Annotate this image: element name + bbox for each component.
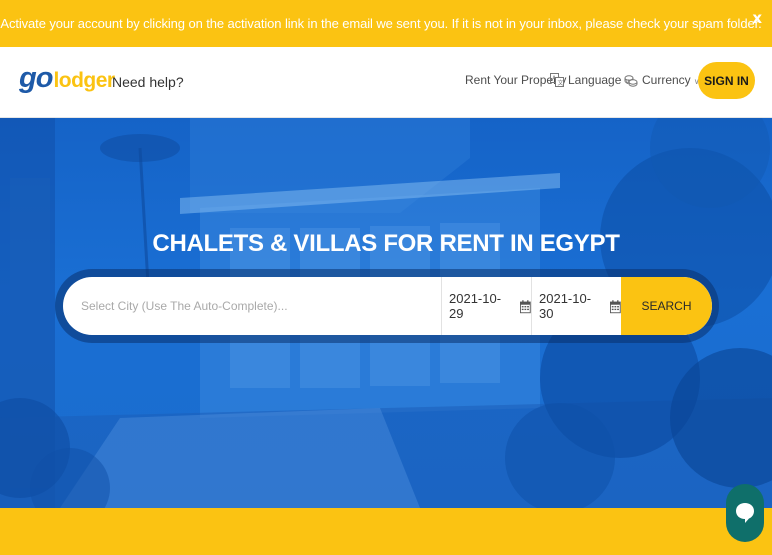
checkout-date-field[interactable]: 2021-10-30 [531,277,621,335]
language-label: Language [568,73,622,87]
svg-text:文: 文 [558,79,564,87]
activation-notice: Activate your account by clicking on the… [0,0,772,47]
site-header: go lodger Need help? Rent Your Property … [0,47,772,118]
logo-go-text: go [19,62,53,94]
calendar-icon [520,299,531,313]
currency-dropdown[interactable]: Currency ∨ [624,73,700,87]
city-search-input[interactable] [63,277,441,335]
close-icon[interactable]: x [752,9,762,27]
language-dropdown[interactable]: A 文 Language ∨ [550,73,630,87]
search-button[interactable]: SEARCH [621,277,712,335]
currency-label: Currency [642,73,691,87]
sign-in-button[interactable]: SIGN IN [698,62,755,99]
golodger-logo[interactable]: go lodger [19,64,115,93]
activation-notice-text: Activate your account by clicking on the… [0,16,762,31]
calendar-icon [610,299,621,313]
checkin-date-field[interactable]: 2021-10-29 [441,277,531,335]
checkin-date-value: 2021-10-29 [449,291,502,321]
need-help-link[interactable]: Need help? [112,74,184,90]
logo-lodger-text: lodger [53,69,115,92]
bottom-banner [0,508,772,555]
chat-bubble-icon [736,503,754,523]
coins-icon [624,75,638,87]
translate-icon: A 文 [550,73,564,87]
chat-widget-button[interactable] [726,484,764,542]
search-form: 2021-10-29 2021-10-30 SEA [63,277,712,335]
hero-title: CHALETS & VILLAS FOR RENT IN EGYPT [152,230,620,257]
checkout-date-value: 2021-10-30 [539,291,592,321]
